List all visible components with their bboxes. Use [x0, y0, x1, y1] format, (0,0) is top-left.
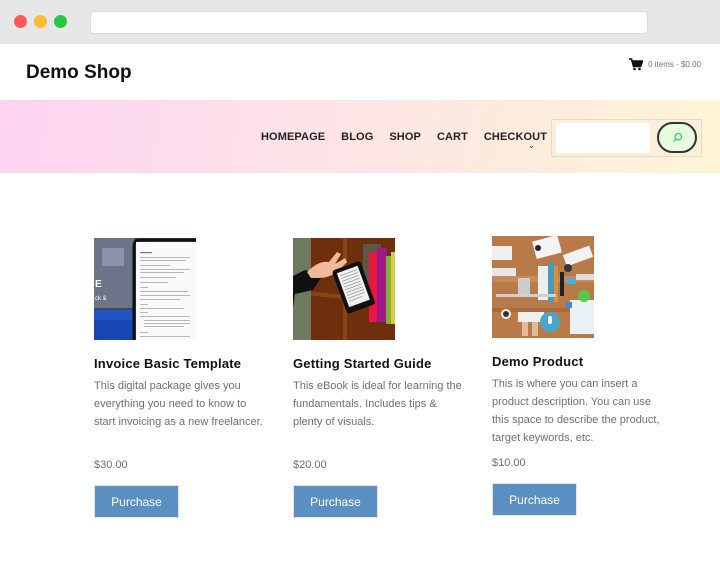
team-desk-overhead-image[interactable]	[492, 236, 594, 338]
purchase-button[interactable]: Purchase	[94, 485, 179, 518]
product-description: This is where you can insert a product d…	[492, 378, 660, 444]
nav-item-shop[interactable]: SHOP	[389, 131, 421, 143]
product-title[interactable]: Demo Product	[492, 354, 662, 369]
primary-navigation-bar: HOMEPAGE BLOG SHOP CART CHECKOUT ⌄	[0, 100, 720, 173]
search-icon	[672, 132, 682, 142]
nav-item-checkout[interactable]: CHECKOUT	[484, 131, 547, 143]
product-price: $30.00	[94, 459, 128, 471]
maximize-window-button[interactable]	[54, 15, 67, 28]
product-title[interactable]: Getting Started Guide	[293, 356, 463, 371]
search-input[interactable]	[556, 123, 650, 153]
browser-chrome	[0, 0, 720, 44]
invoice-document-image[interactable]: E ck &	[94, 238, 196, 340]
close-window-button[interactable]	[14, 15, 27, 28]
page: Demo Shop 0 items - $0.00 HOMEPAGE BLOG …	[0, 44, 720, 574]
nav-item-cart[interactable]: CART	[437, 131, 468, 143]
product-price: $10.00	[492, 457, 526, 469]
nav-item-blog[interactable]: BLOG	[341, 131, 373, 143]
search-form	[551, 119, 702, 157]
product-price: $20.00	[293, 459, 327, 471]
address-bar[interactable]	[90, 11, 648, 34]
svg-text:ck &: ck &	[95, 296, 107, 302]
site-title[interactable]: Demo Shop	[26, 62, 132, 84]
purchase-button[interactable]: Purchase	[293, 485, 378, 518]
svg-text:E: E	[95, 279, 102, 290]
primary-menu: HOMEPAGE BLOG SHOP CART CHECKOUT	[261, 131, 547, 143]
product-card: E ck & Invoice Basic Template This digit…	[94, 238, 264, 518]
cart-summary: 0 items - $0.00	[648, 60, 701, 69]
shopping-cart-icon	[629, 58, 644, 71]
search-button[interactable]	[657, 122, 697, 153]
purchase-button[interactable]: Purchase	[492, 483, 577, 516]
product-card: Demo Product This is where you can inser…	[492, 236, 662, 516]
mini-cart[interactable]: 0 items - $0.00	[629, 58, 701, 71]
product-description: This eBook is ideal for learning the fun…	[293, 380, 462, 428]
product-title[interactable]: Invoice Basic Template	[94, 356, 264, 371]
ebook-reader-bookshelf-image[interactable]	[293, 238, 395, 340]
product-card: Getting Started Guide This eBook is idea…	[293, 238, 463, 518]
product-description: This digital package gives you everythin…	[94, 380, 263, 428]
chevron-down-icon[interactable]: ⌄	[528, 141, 535, 150]
minimize-window-button[interactable]	[34, 15, 47, 28]
nav-item-homepage[interactable]: HOMEPAGE	[261, 131, 325, 143]
